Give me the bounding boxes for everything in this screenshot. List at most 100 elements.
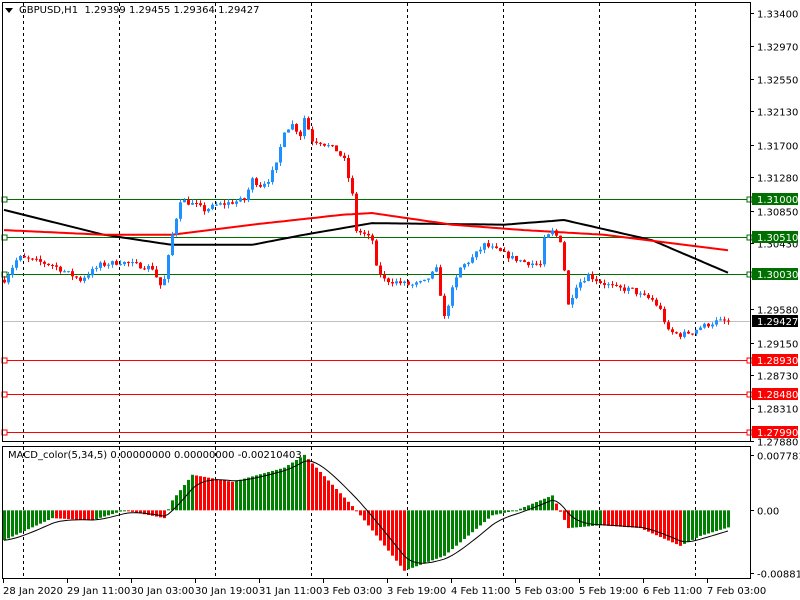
candle-body (211, 204, 214, 209)
candle-body (323, 143, 326, 146)
macd-bar (155, 510, 158, 517)
candle-body (659, 305, 662, 309)
macd-bar (631, 510, 634, 528)
level-handle (746, 234, 753, 241)
candle-body (387, 278, 390, 283)
macd-bar (599, 510, 602, 526)
candle-body (263, 183, 266, 187)
macd-bar (123, 510, 126, 512)
macd-bar (639, 510, 642, 529)
macd-bar (119, 510, 122, 512)
candle-body (439, 267, 442, 296)
macd-bar (311, 463, 314, 511)
level-price-label: 1.27990 (757, 428, 798, 439)
candle-body (683, 331, 686, 337)
level-price-label: 1.30510 (757, 233, 798, 244)
macd-bar (299, 457, 302, 511)
candles (3, 115, 730, 340)
macd-bar (519, 508, 522, 511)
candle-body (723, 319, 726, 321)
dropdown-triangle-icon[interactable] (5, 7, 13, 13)
candle-body (551, 230, 554, 235)
candle-body (455, 277, 458, 288)
candle-body (515, 256, 518, 261)
macd-bar (571, 510, 574, 528)
chart-canvas[interactable]: 1.33400 1.32970 1.32550 1.32130 1.31700 1.312… (0, 0, 800, 600)
macd-bar (15, 510, 18, 535)
candle-body (63, 271, 66, 273)
candle-body (415, 282, 418, 285)
macd-bar (691, 510, 694, 540)
macd-bar (707, 510, 710, 534)
macd-bar (295, 459, 298, 511)
candle-body (639, 293, 642, 295)
candle-body (427, 278, 430, 280)
candle-body (75, 276, 78, 278)
macd-bar (239, 479, 242, 511)
time-label: 29 Jan 11:00 (67, 586, 130, 597)
macd-bar (463, 510, 466, 539)
time-label: 7 Feb 03:00 (707, 586, 766, 597)
candle-body (471, 257, 474, 263)
macd-bar (43, 510, 46, 522)
candle-body (159, 277, 162, 286)
candle-body (459, 267, 462, 278)
candle-body (611, 284, 614, 286)
candle-body (587, 274, 590, 282)
symbol: GBPUSD,H1 (19, 5, 79, 16)
macd-bar (491, 510, 494, 516)
price-label: 1.29150 (757, 340, 798, 351)
macd-bar (255, 475, 258, 511)
candle-body (523, 260, 526, 262)
macd-bar (327, 480, 330, 511)
candle-body (115, 261, 118, 265)
candle-body (51, 264, 54, 266)
candle-body (283, 132, 286, 147)
candle-body (7, 274, 10, 283)
candle-body (691, 333, 694, 335)
macd-bar (211, 478, 214, 511)
macd-bar (247, 477, 250, 511)
macd-bar (39, 510, 42, 524)
macd-bar (383, 510, 386, 546)
level-handle (746, 196, 753, 203)
macd-bar (279, 468, 282, 511)
candle-body (155, 269, 158, 278)
macd-bar (411, 510, 414, 568)
candle-body (719, 319, 722, 321)
macd-bar (343, 497, 346, 511)
candle-body (403, 281, 406, 284)
candle-body (727, 320, 730, 322)
macd-axis-label: 0.00 (757, 507, 779, 518)
macd-bar (215, 479, 218, 511)
candle-body (219, 203, 222, 205)
candle-body (251, 178, 254, 190)
macd-bar (207, 477, 210, 511)
candle-body (271, 170, 274, 183)
candle-body (487, 243, 490, 247)
candle-body (651, 297, 654, 300)
candle-body (451, 287, 454, 306)
candle-body (367, 233, 370, 236)
price-label: 1.28730 (757, 372, 798, 383)
candle-body (675, 332, 678, 334)
candle-body (227, 202, 230, 205)
macd-bar (487, 510, 490, 519)
candle-body (119, 264, 122, 266)
macd-bar (323, 476, 326, 511)
candle-body (495, 246, 498, 249)
candle-body (183, 200, 186, 203)
level-price-label: 1.28480 (757, 390, 798, 401)
candle-body (399, 281, 402, 284)
macd-bar (167, 509, 170, 511)
macd-bar (51, 510, 54, 519)
macd-bar (555, 503, 558, 511)
macd-bar (219, 479, 222, 511)
price-label: 1.29580 (757, 306, 798, 317)
candle-body (419, 281, 422, 283)
macd-bar (459, 510, 462, 543)
level-handle (746, 391, 753, 398)
macd-bar (275, 469, 278, 511)
candle-body (279, 146, 282, 163)
candle-body (35, 258, 38, 260)
